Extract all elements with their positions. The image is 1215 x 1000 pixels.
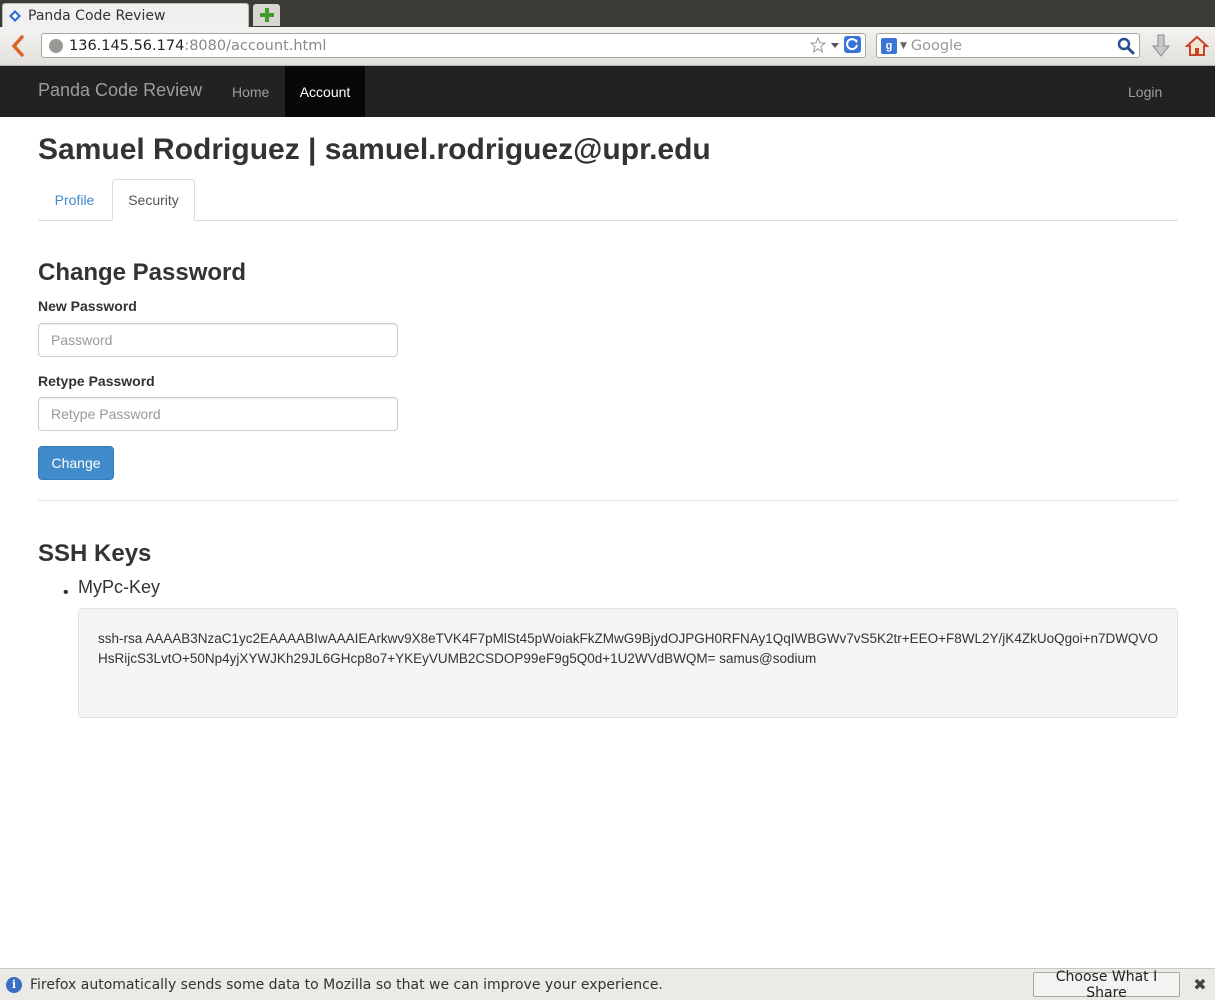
engine-dropdown-icon[interactable]: ▼ [900, 41, 907, 51]
new-password-label: New Password [38, 298, 137, 314]
browser-toolbar: 136.145.56.174:8080/account.html g ▼ Goo… [0, 27, 1215, 66]
plus-icon [259, 8, 274, 22]
url-history-dropdown-icon[interactable] [830, 40, 840, 50]
site-favicon-icon [7, 8, 23, 24]
nav-home-link[interactable]: Home [216, 66, 285, 117]
download-arrow-icon [1151, 34, 1171, 57]
ssh-key-value: ssh-rsa AAAAB3NzaC1yc2EAAAABIwAAAIEArkwv… [78, 608, 1178, 718]
list-bullet: • [63, 584, 69, 601]
new-password-field[interactable] [38, 323, 398, 357]
browser-tab-bar: Panda Code Review [0, 0, 1215, 27]
bookmark-star-icon[interactable] [810, 36, 826, 53]
browser-tab-title: Panda Code Review [28, 7, 166, 24]
change-password-heading: Change Password [38, 259, 247, 286]
tab-security[interactable]: Security [112, 179, 195, 221]
choose-what-i-share-button[interactable]: Choose What I Share [1033, 969, 1180, 1000]
google-engine-icon[interactable]: g [881, 37, 897, 54]
home-button[interactable] [1184, 33, 1210, 59]
tab-profile[interactable]: Profile [38, 179, 111, 221]
ssh-key-name: MyPc-Key [78, 577, 161, 597]
section-divider [38, 500, 1178, 501]
site-identity-icon[interactable] [49, 38, 63, 53]
nav-login-link[interactable]: Login [1112, 66, 1178, 117]
url-host: 136.145.56.174 [69, 37, 185, 54]
back-button[interactable] [6, 32, 30, 60]
notification-bar: i Firefox automatically sends some data … [0, 968, 1215, 1000]
url-bar[interactable]: 136.145.56.174:8080/account.html [41, 33, 866, 58]
brand-link[interactable]: Panda Code Review [38, 80, 202, 101]
search-bar[interactable]: g ▼ Google [876, 33, 1140, 58]
new-tab-button[interactable] [253, 4, 280, 26]
page-title: Samuel Rodriguez | samuel.rodriguez@upr.… [38, 133, 711, 166]
downloads-button[interactable] [1150, 33, 1172, 59]
retype-password-field[interactable] [38, 397, 398, 431]
change-password-button[interactable]: Change [38, 446, 114, 480]
close-icon[interactable]: ✖ [1192, 975, 1208, 994]
back-arrow-icon [11, 35, 24, 57]
home-icon [1185, 35, 1209, 56]
retype-password-label: Retype Password [38, 373, 155, 389]
info-icon: i [6, 976, 22, 993]
reload-icon[interactable] [844, 36, 861, 53]
app-navbar: Panda Code Review Home Account Login [0, 66, 1215, 117]
url-path: :8080/account.html [184, 37, 327, 54]
search-icon[interactable] [1117, 37, 1135, 55]
account-tabs: Profile Security [38, 179, 1178, 221]
nav-account-link[interactable]: Account [285, 66, 365, 117]
ssh-keys-heading: SSH Keys [38, 540, 152, 567]
search-placeholder: Google [910, 37, 963, 54]
browser-tab[interactable]: Panda Code Review [2, 3, 249, 27]
notification-text: Firefox automatically sends some data to… [30, 976, 663, 993]
